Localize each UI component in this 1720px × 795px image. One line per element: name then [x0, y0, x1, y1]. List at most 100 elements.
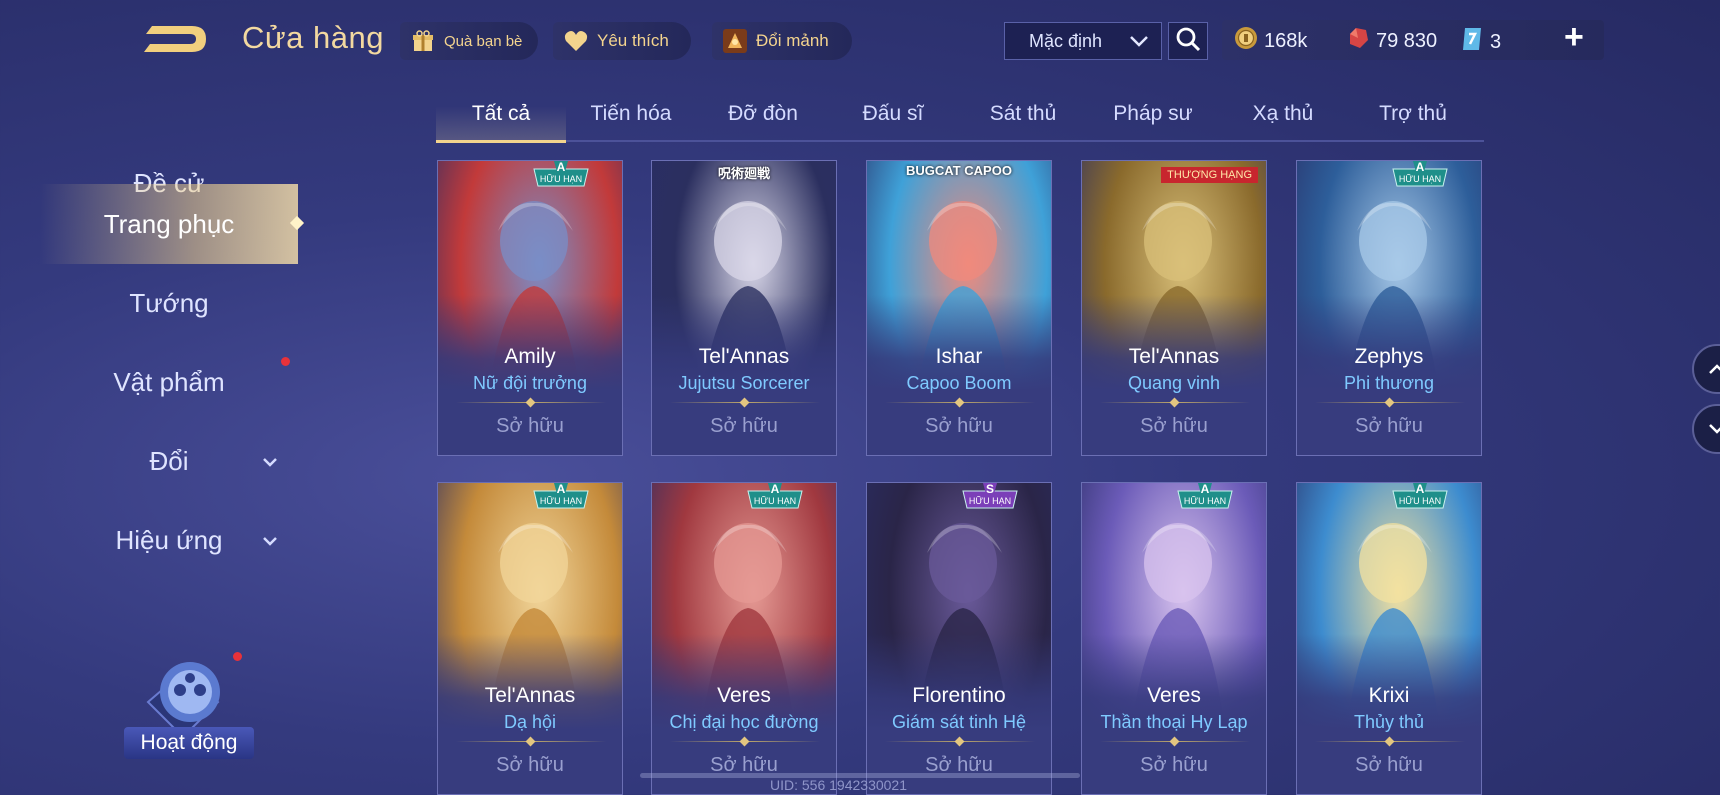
chevron-down-icon [262, 501, 278, 579]
skin-card[interactable]: Tel'Annas Jujutsu Sorcerer Sở hữu 呪術廻戦 [651, 160, 837, 456]
skin-name: Phi thương [1344, 373, 1434, 393]
scroll-down-button[interactable] [1692, 404, 1720, 454]
badge-grade: A [556, 160, 566, 174]
gold-value: 168k [1264, 29, 1308, 52]
tab-evolution[interactable]: Tiến hóa [566, 92, 696, 140]
ruby-value: 79 830 [1376, 29, 1438, 52]
skin-name: Nữ đội trưởng [473, 373, 587, 393]
add-currency-button[interactable]: + [1564, 18, 1584, 57]
collab-banner: 呪術廻戦 [717, 166, 770, 181]
badge-label: HỮU HẠN [539, 496, 583, 506]
chevron-down-icon [262, 422, 278, 500]
tab-assassin[interactable]: Sát thủ [958, 92, 1088, 140]
sidebar-item-label: Hiệu ứng [115, 525, 223, 555]
badge-grade: A [556, 482, 566, 496]
badge-label: HỮU HẠN [968, 496, 1012, 506]
user-id: UID: 556 1942330021 [770, 777, 907, 793]
limited-badge: A HỮU HẠN [744, 483, 806, 509]
ruby-counter: 79 830 [1346, 26, 1437, 56]
sidebar-item-costumes[interactable]: Trang phục [40, 184, 305, 264]
active-diamond-icon [289, 215, 305, 231]
limited-badge: A HỮU HẠN [1174, 483, 1236, 509]
favorites-button[interactable]: Yêu thích [553, 22, 691, 60]
badge-label: HỮU HẠN [1183, 496, 1227, 506]
page-title: Cửa hàng [242, 20, 384, 55]
hero-class-tabs: Tất cả Tiến hóa Đỡ đòn Đấu sĩ Sát thủ Ph… [436, 92, 1484, 143]
hero-name: Amily [504, 345, 556, 368]
favorites-label: Yêu thích [597, 31, 669, 50]
sidebar-item-items[interactable]: Vật phẩm [40, 343, 298, 421]
gold-counter: 168k [1234, 26, 1307, 56]
hero-name: Veres [1147, 684, 1201, 707]
tab-tank[interactable]: Đỡ đòn [698, 92, 828, 140]
gift-friends-label: Quà bạn bè [444, 32, 523, 50]
limited-badge: S HỮU HẠN [959, 483, 1021, 509]
top-bar: Cửa hàng Quà bạn bè Yêu thích Đổi mảnh M… [0, 0, 1720, 84]
owned-status: Sở hữu [710, 415, 778, 437]
gift-friends-button[interactable]: Quà bạn bè [400, 22, 538, 60]
tab-marksman[interactable]: Xạ thủ [1218, 92, 1348, 140]
skin-card[interactable]: Veres Chị đại học đường Sở hữu A HỮU HẠN [651, 482, 837, 795]
chevron-down-icon [1708, 418, 1720, 441]
skin-name: Capoo Boom [906, 373, 1012, 393]
search-icon [1175, 26, 1201, 57]
chevron-down-icon [1129, 31, 1149, 52]
limited-badge: A HỮU HẠN [530, 161, 592, 187]
owned-status: Sở hữu [1140, 415, 1208, 437]
gold-coin-icon [1234, 26, 1258, 56]
skin-card[interactable]: Florentino Giám sát tinh Hệ Sở hữu S HỮU HẠN [866, 482, 1052, 795]
skin-card[interactable]: Amily Nữ đội trưởng Sở hữu A HỮU HẠN [437, 160, 623, 456]
hero-name: Ishar [935, 345, 983, 368]
heart-icon [563, 28, 589, 54]
limited-badge: A HỮU HẠN [1389, 483, 1451, 509]
hero-name: Tel'Annas [698, 345, 790, 368]
owned-status: Sở hữu [496, 754, 564, 776]
voucher-value: 3 [1490, 30, 1502, 53]
search-button[interactable] [1168, 22, 1208, 60]
tab-mage[interactable]: Pháp sư [1088, 92, 1218, 140]
badge-label: HỮU HẠN [1398, 174, 1442, 184]
limited-badge: A HỮU HẠN [1389, 161, 1451, 187]
skin-card[interactable]: Zephys Phi thương Sở hữu A HỮU HẠN [1296, 160, 1482, 456]
badge-grade: A [1200, 482, 1210, 496]
ruby-icon [1346, 26, 1370, 56]
badge-grade: A [770, 482, 780, 496]
tab-fighter[interactable]: Đấu sĩ [828, 92, 958, 140]
back-icon[interactable] [140, 22, 212, 56]
skin-card[interactable]: Krixi Thủy thủ Sở hữu A HỮU HẠN [1296, 482, 1482, 795]
voucher-counter: 3 [1460, 26, 1501, 58]
sidebar-item-heroes[interactable]: Tướng [40, 264, 298, 342]
skin-name: Thần thoại Hy Lạp [1100, 712, 1248, 732]
hero-name: Florentino [912, 684, 1006, 707]
badge-grade: S [985, 482, 994, 496]
badge-label: HỮU HẠN [539, 174, 583, 184]
hero-name: Zephys [1354, 345, 1424, 368]
tab-all[interactable]: Tất cả [436, 92, 566, 143]
skin-card[interactable]: Tel'Annas Quang vinh Sở hữu THƯỢNG HẠNG [1081, 160, 1267, 456]
tab-support[interactable]: Trợ thủ [1348, 92, 1478, 140]
scroll-up-button[interactable] [1692, 344, 1720, 394]
exchange-fragments-button[interactable]: Đổi mảnh [712, 22, 852, 60]
badge-grade: A [1415, 160, 1425, 174]
skin-card[interactable]: Ishar Capoo Boom Sở hữu BUGCAT CAPOO [866, 160, 1052, 456]
exchange-fragments-label: Đổi mảnh [756, 31, 829, 50]
chevron-up-icon [1708, 358, 1720, 381]
skin-name: Chị đại học đường [669, 712, 819, 732]
sort-dropdown[interactable]: Mặc định [1004, 22, 1162, 60]
badge-label: HỮU HẠN [753, 496, 797, 506]
sidebar-item-label: Tướng [129, 288, 209, 318]
sidebar-item-exchange[interactable]: Đổi [40, 422, 298, 500]
hero-name: Tel'Annas [1128, 345, 1220, 368]
skin-card[interactable]: Tel'Annas Dạ hội Sở hữu A HỮU HẠN [437, 482, 623, 795]
skin-card[interactable]: Veres Thần thoại Hy Lạp Sở hữu A HỮU HẠN [1081, 482, 1267, 795]
fragment-icon [722, 28, 748, 54]
sidebar-item-effects[interactable]: Hiệu ứng [40, 501, 298, 579]
sidebar-item-label: Đổi [149, 446, 189, 476]
premium-ribbon: THƯỢNG HẠNG [1161, 167, 1258, 183]
gift-icon [410, 28, 436, 54]
skin-name: Thủy thủ [1353, 712, 1425, 732]
voucher-icon [1460, 26, 1484, 58]
sort-value: Mặc định [1029, 30, 1103, 51]
owned-status: Sở hữu [496, 415, 564, 437]
notification-dot [281, 357, 290, 366]
